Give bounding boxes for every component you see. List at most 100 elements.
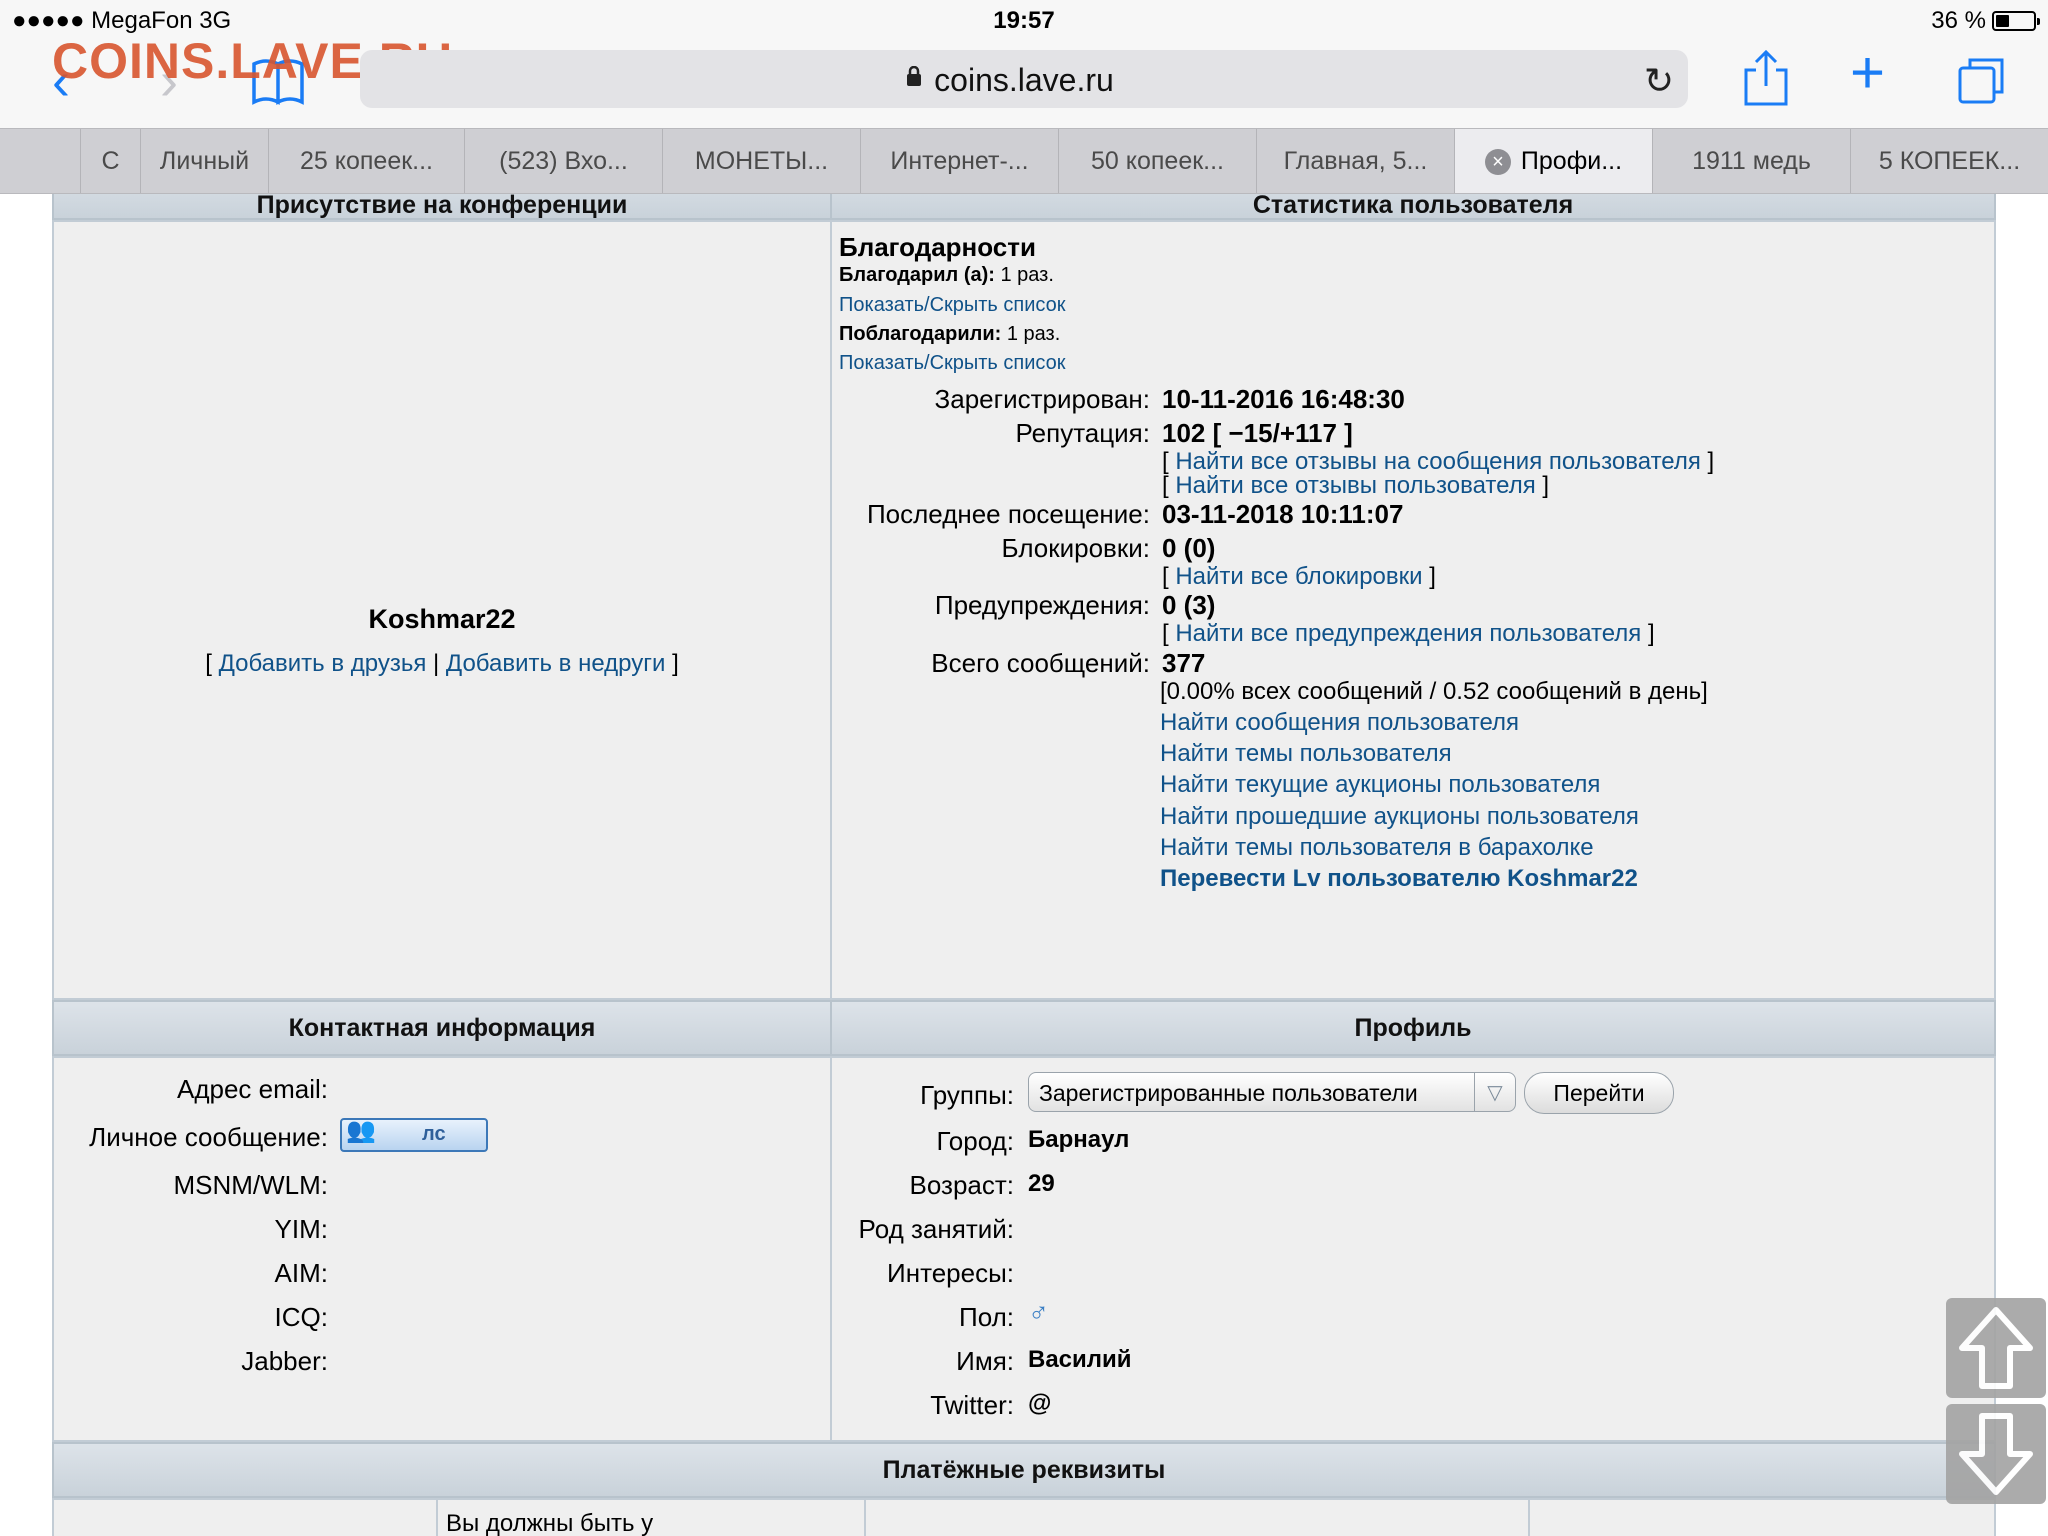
username: Koshmar22 (368, 604, 516, 634)
find-past-auctions-link[interactable]: Найти прошедшие аукционы пользователя (1160, 803, 1639, 831)
city-value: Барнаул (1028, 1126, 1130, 1153)
new-tab-icon[interactable]: + (1850, 43, 1885, 103)
presence-header-text: Присутствие на конференции (256, 194, 628, 219)
email-label: Адрес email: (176, 1074, 328, 1104)
reputation-posts-link[interactable]: Найти все отзывы на сообщения пользовате… (1175, 448, 1701, 475)
find-flea-market-link[interactable]: Найти темы пользователя в барахолке (1160, 834, 1594, 862)
status-time: 19:57 (993, 7, 1055, 34)
thanks-title: Благодарности (839, 232, 1036, 262)
name-label: Имя: (956, 1346, 1014, 1376)
thanks-got-value: 1 раз. (1006, 323, 1061, 345)
profile-header-text: Профиль (1354, 1014, 1472, 1042)
bracket-close: ] (1647, 620, 1655, 647)
go-button[interactable]: Перейти (1524, 1072, 1674, 1114)
last-visit-value: 03-11-2018 10:11:07 (1162, 499, 1404, 529)
posts-value: 377 (1162, 648, 1206, 678)
find-posts-link[interactable]: Найти сообщения пользователя (1160, 709, 1519, 737)
presence-header: Присутствие на конференции (52, 194, 832, 220)
reload-icon[interactable]: ↻ (1644, 60, 1674, 102)
arrow-up-icon (1959, 1307, 2033, 1389)
tab[interactable]: Личный (140, 129, 268, 193)
tab-label: 5 КОПЕЕК... (1878, 147, 2021, 175)
bracket-close: ] (1707, 448, 1715, 475)
posts-label: Всего сообщений: (931, 648, 1150, 678)
arrow-down-icon (1959, 1413, 2033, 1495)
tab-label: МОНЕТЫ... (694, 147, 829, 175)
tab-label: Профи... (1520, 147, 1623, 175)
bracket-open: [ (205, 650, 212, 677)
yim-label: YIM: (274, 1214, 328, 1244)
registered-label: Зарегистрирован: (934, 384, 1150, 414)
payment-header-text: Платёжные реквизиты (882, 1456, 1166, 1484)
scroll-up-button[interactable] (1946, 1298, 2046, 1398)
close-tab-icon[interactable]: × (1484, 149, 1511, 176)
icq-label: ICQ: (274, 1302, 328, 1332)
warnings-value: 0 (3) (1162, 590, 1216, 620)
thanks-got-label: Поблагодарили: (839, 323, 1002, 345)
thanks-gave: Благодарил (а): 1 раз. (839, 264, 1054, 287)
find-topics-link[interactable]: Найти темы пользователя (1160, 740, 1452, 768)
tab-active[interactable]: × Профи... (1454, 129, 1652, 193)
tab[interactable]: 5 КОПЕЕК... (1850, 129, 2048, 193)
share-icon[interactable] (1740, 48, 1792, 108)
add-foe-link[interactable]: Добавить в недруги (446, 650, 665, 677)
contact-panel: Адрес email: Личное сообщение: 👥 лс MSNM… (52, 1056, 832, 1442)
tab-label: Интернет-... (890, 147, 1029, 175)
tab[interactable]: (523) Вхо... (464, 129, 662, 193)
toggle-list-link[interactable]: Показать/Скрыть список (839, 294, 1066, 317)
gender-label: Пол: (959, 1302, 1014, 1332)
groups-select[interactable]: Зарегистрированные пользователи ▽ (1028, 1072, 1516, 1112)
interests-label: Интересы: (887, 1258, 1014, 1288)
bracket-close: ] (1542, 472, 1550, 499)
tab-label: Главная, 5... (1283, 147, 1428, 175)
occupation-label: Род занятий: (858, 1214, 1014, 1244)
presence-panel: Koshmar22 [ Добавить в друзья | Добавить… (52, 220, 832, 1000)
bans-link-row: [ Найти все блокировки ] (1162, 563, 1436, 591)
bracket-open: [ (1162, 472, 1169, 499)
twitter-label: Twitter: (930, 1390, 1014, 1420)
tab[interactable]: Главная, 5... (1256, 129, 1454, 193)
tabs-overview-icon[interactable] (1956, 54, 2008, 106)
chevron-down-icon: ▽ (1474, 1073, 1515, 1111)
tab-label: Личный (159, 147, 250, 175)
friend-links: [ Добавить в друзья | Добавить в недруги… (54, 650, 830, 678)
battery-level (1996, 15, 2009, 27)
transfer-lv-link[interactable]: Перевести Lv пользователю Koshmar22 (1160, 865, 1638, 893)
thanks-gave-value: 1 раз. (1000, 264, 1054, 286)
tab[interactable]: МОНЕТЫ... (662, 129, 860, 193)
payment-panel: Вы должны быть у (52, 1498, 1996, 1536)
toggle-list-link[interactable]: Показать/Скрыть список (839, 352, 1066, 375)
column-divider (436, 1500, 438, 1536)
browser-toolbar: ‹ › COINS.LAVE.RU coins.lave.ru ↻ + (0, 33, 2048, 128)
tab[interactable]: 25 копеек... (268, 129, 464, 193)
tab[interactable]: 1911 медь (1652, 129, 1850, 193)
tab[interactable]: Интернет-... (860, 129, 1058, 193)
bans-link[interactable]: Найти все блокировки (1175, 563, 1422, 590)
payment-text: Вы должны быть у (446, 1510, 654, 1536)
pm-button-label: лс (422, 1123, 446, 1145)
city-label: Город: (936, 1126, 1014, 1156)
tab[interactable]: 50 копеек... (1058, 129, 1256, 193)
column-divider (864, 1500, 866, 1536)
users-icon: 👥 (346, 1117, 376, 1144)
web-page: Присутствие на конференции Статистика по… (0, 194, 2048, 1536)
warnings-link[interactable]: Найти все предупреждения пользователя (1175, 620, 1641, 647)
payment-header: Платёжные реквизиты (52, 1442, 1996, 1498)
reputation-value: 102 [ −15/+117 ] (1162, 418, 1353, 448)
reputation-label: Репутация: (1015, 418, 1150, 448)
find-current-auctions-link[interactable]: Найти текущие аукционы пользователя (1160, 771, 1600, 799)
address-bar[interactable]: coins.lave.ru ↻ (360, 50, 1688, 108)
thanks-gave-label: Благодарил (а): (839, 264, 995, 286)
reputation-user-link[interactable]: Найти все отзывы пользователя (1175, 472, 1535, 499)
tab[interactable]: С (80, 129, 140, 193)
stats-header-text: Статистика пользователя (1252, 194, 1574, 219)
registered-value: 10-11-2016 16:48:30 (1162, 384, 1405, 414)
pm-button[interactable]: 👥 лс (340, 1117, 488, 1152)
add-friend-link[interactable]: Добавить в друзья (219, 650, 427, 677)
bracket-open: [ (1162, 448, 1169, 475)
scroll-down-button[interactable] (1946, 1404, 2046, 1504)
profile-header: Профиль (830, 1000, 1996, 1056)
profile-panel: Группы: Зарегистрированные пользователи … (830, 1056, 1996, 1442)
tab-label: (523) Вхо... (499, 147, 628, 175)
twitter-value: @ (1028, 1390, 1052, 1417)
